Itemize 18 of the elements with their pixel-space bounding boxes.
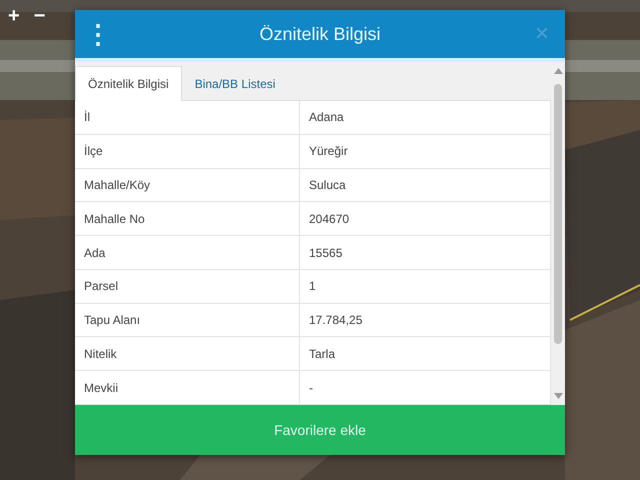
zoom-control[interactable]: − (32, 4, 48, 28)
label-cell: İlçe (75, 134, 300, 168)
label-cell: Mevkii (75, 371, 300, 404)
tab[interactable]: Bina/BB Listesi (182, 66, 288, 101)
menu-button[interactable]: ⋮ (75, 18, 121, 50)
label-cell: Mahalle/Köy (75, 168, 300, 202)
scroll-down-icon[interactable] (554, 393, 562, 399)
label-cell: İl (75, 101, 300, 134)
label-cell: Ada (75, 236, 300, 269)
zoom-control[interactable]: + (6, 4, 22, 28)
label-cell: Tapu Alanı (75, 304, 300, 336)
tab[interactable]: Öznitelik Bilgisi (75, 66, 182, 101)
scroll-up-icon[interactable] (554, 68, 562, 74)
label-cell: Parsel (75, 270, 300, 303)
dialog-title: Öznitelik Bilgisi (258, 24, 382, 44)
scrollbar[interactable] (551, 62, 565, 405)
label-cell: Nitelik (75, 337, 300, 370)
label-cell: Mahalle No (75, 202, 300, 236)
